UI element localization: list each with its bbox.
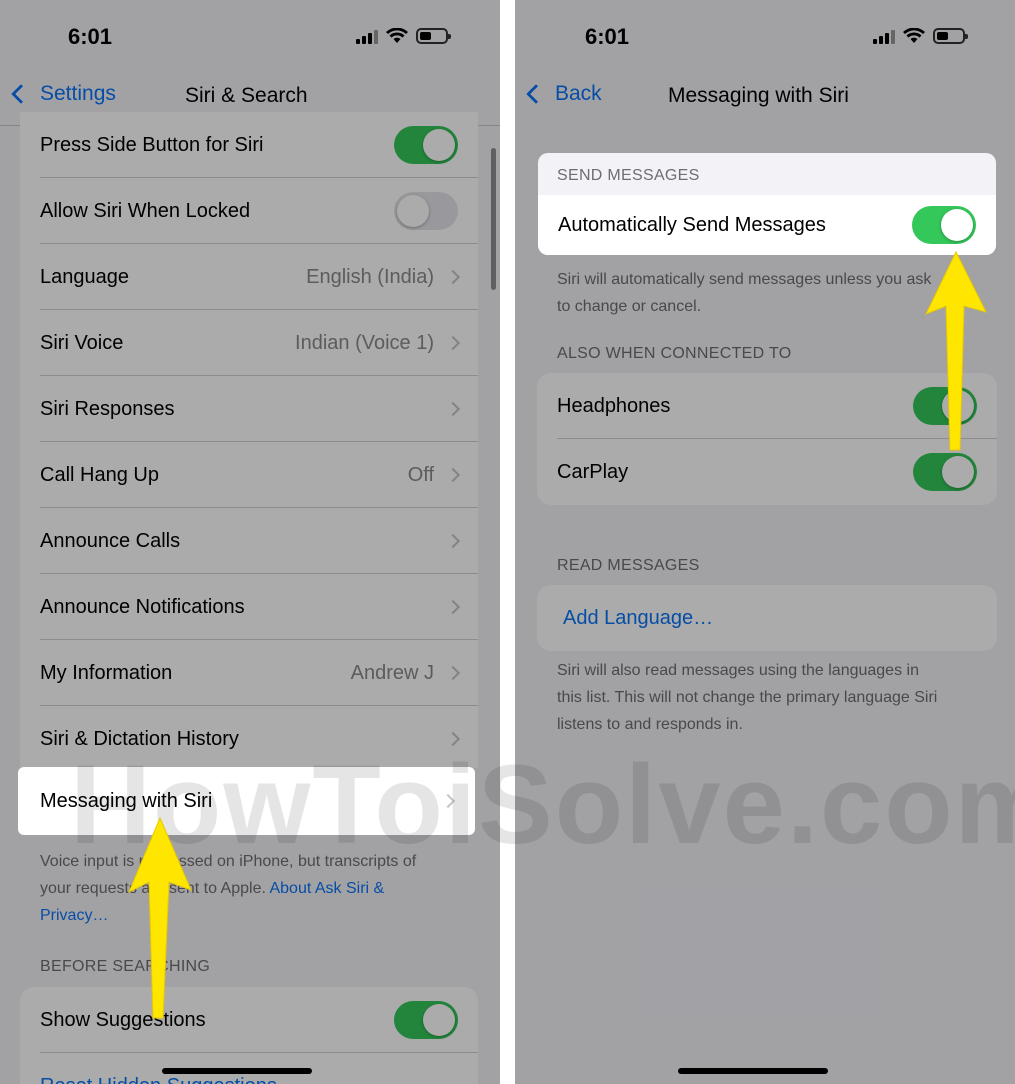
chevron-right-icon <box>440 793 456 809</box>
footnote-line: Siri will also read messages using the l… <box>557 662 919 679</box>
footnote-line: this list. This will not change the prim… <box>557 689 938 706</box>
battery-icon <box>933 28 968 44</box>
about-siri-privacy-link-cont[interactable]: Privacy… <box>40 902 480 929</box>
reset-hidden-suggestions-link[interactable]: Reset Hidden Suggestions <box>40 1075 277 1084</box>
row-value: Andrew J <box>350 661 434 684</box>
row-label: Announce Calls <box>40 529 181 552</box>
row-add-language[interactable]: Add Language… <box>537 585 997 651</box>
row-headphones[interactable]: Headphones <box>537 373 997 439</box>
row-value: Off <box>407 463 434 486</box>
show-suggestions-toggle[interactable] <box>394 1001 458 1039</box>
section-header-also-connected: ALSO WHEN CONNECTED TO <box>557 345 792 362</box>
chevron-left-icon <box>526 84 546 104</box>
row-value: English (India) <box>306 265 434 288</box>
row-label: Show Suggestions <box>40 1008 206 1031</box>
row-allow-when-locked[interactable]: Allow Siri When Locked <box>20 178 478 244</box>
status-icons <box>873 28 968 44</box>
footnote-line: to change or cancel. <box>557 298 702 315</box>
chevron-left-icon <box>11 84 31 104</box>
section-header-before-searching: BEFORE SEARCHING <box>40 958 211 975</box>
chevron-right-icon <box>445 467 461 483</box>
row-label: Press Side Button for Siri <box>40 133 264 156</box>
cellular-signal-icon <box>873 28 895 44</box>
chevron-right-icon <box>445 599 461 615</box>
row-label: Siri Responses <box>40 397 175 420</box>
chevron-right-icon <box>445 665 461 681</box>
row-label: Allow Siri When Locked <box>40 199 251 222</box>
page-title: Messaging with Siri <box>668 84 849 107</box>
section-header-read-messages: READ MESSAGES <box>557 557 700 574</box>
auto-send-toggle[interactable] <box>912 206 976 244</box>
home-indicator <box>678 1068 828 1074</box>
navigation-bar: Settings Siri & Search <box>0 82 500 114</box>
row-call-hang-up[interactable]: Call Hang Up Off <box>20 442 478 508</box>
siri-settings-list: Press Side Button for Siri Allow Siri Wh… <box>20 112 478 768</box>
status-time: 6:01 <box>585 24 630 49</box>
row-label: Siri & Dictation History <box>40 727 239 750</box>
row-auto-send[interactable]: Automatically Send Messages <box>538 195 996 255</box>
row-label: Messaging with Siri <box>40 789 213 812</box>
navigation-bar: Back Messaging with Siri <box>515 82 1015 114</box>
press-side-button-toggle[interactable] <box>394 126 458 164</box>
back-label: Settings <box>40 82 116 105</box>
row-dictation-history[interactable]: Siri & Dictation History <box>20 706 478 768</box>
allow-when-locked-toggle[interactable] <box>394 192 458 230</box>
wifi-icon <box>386 28 408 43</box>
footnote-line: Siri will automatically send messages un… <box>557 271 932 288</box>
chevron-right-icon <box>445 269 461 285</box>
footnote-line: listens to and responds in. <box>557 716 743 733</box>
screen-divider <box>500 0 515 1084</box>
auto-send-footnote: Siri will automatically send messages un… <box>557 266 997 320</box>
carplay-toggle[interactable] <box>913 453 977 491</box>
row-show-suggestions[interactable]: Show Suggestions <box>20 987 478 1053</box>
row-press-side-button[interactable]: Press Side Button for Siri <box>20 112 478 178</box>
messaging-with-siri-screen: 6:01 Back Messaging with Siri Siri will … <box>515 0 1015 1084</box>
footnote-line: Voice input is processed on iPhone, but … <box>40 853 417 870</box>
page-title: Siri & Search <box>185 84 308 107</box>
row-announce-notifications[interactable]: Announce Notifications <box>20 574 478 640</box>
row-label: My Information <box>40 661 173 684</box>
back-button[interactable]: Back <box>526 82 602 106</box>
row-label: Call Hang Up <box>40 463 159 486</box>
chevron-right-icon <box>445 731 461 747</box>
wifi-icon <box>903 28 925 43</box>
row-label: CarPlay <box>557 460 629 483</box>
row-carplay[interactable]: CarPlay <box>537 439 997 505</box>
read-messages-footnote: Siri will also read messages using the l… <box>557 657 997 738</box>
privacy-footnote: Voice input is processed on iPhone, but … <box>40 848 480 929</box>
cellular-signal-icon <box>356 28 378 44</box>
about-siri-privacy-link[interactable]: About Ask Siri & <box>269 880 384 897</box>
row-label: Announce Notifications <box>40 595 245 618</box>
row-label: Headphones <box>557 394 671 417</box>
home-indicator <box>162 1068 312 1074</box>
row-announce-calls[interactable]: Announce Calls <box>20 508 478 574</box>
chevron-right-icon <box>445 401 461 417</box>
row-label: Automatically Send Messages <box>558 213 826 236</box>
row-language[interactable]: Language English (India) <box>20 244 478 310</box>
connected-devices-list: Headphones CarPlay <box>537 373 997 505</box>
send-messages-highlight: SEND MESSAGES Automatically Send Message… <box>538 153 996 255</box>
footnote-line: your requests are sent to Apple. <box>40 880 266 897</box>
row-siri-voice[interactable]: Siri Voice Indian (Voice 1) <box>20 310 478 376</box>
row-label: Language <box>40 265 129 288</box>
chevron-right-icon <box>445 533 461 549</box>
chevron-right-icon <box>445 335 461 351</box>
read-languages-list: Add Language… <box>537 585 997 651</box>
headphones-toggle[interactable] <box>913 387 977 425</box>
battery-icon <box>416 28 451 44</box>
row-siri-responses[interactable]: Siri Responses <box>20 376 478 442</box>
add-language-button[interactable]: Add Language… <box>563 607 713 630</box>
back-label: Back <box>555 82 602 105</box>
row-value: Indian (Voice 1) <box>295 331 434 354</box>
row-messaging-with-siri[interactable]: Messaging with Siri <box>18 767 475 835</box>
row-my-information[interactable]: My Information Andrew J <box>20 640 478 706</box>
siri-search-screen: 6:01 Settings Siri & Search Press Side B… <box>0 0 500 1084</box>
status-icons <box>356 28 451 44</box>
status-time: 6:01 <box>68 24 113 49</box>
section-header-send-messages: SEND MESSAGES <box>557 167 700 184</box>
row-label: Siri Voice <box>40 331 124 354</box>
scrollbar[interactable] <box>491 148 496 290</box>
back-button[interactable]: Settings <box>11 82 116 106</box>
